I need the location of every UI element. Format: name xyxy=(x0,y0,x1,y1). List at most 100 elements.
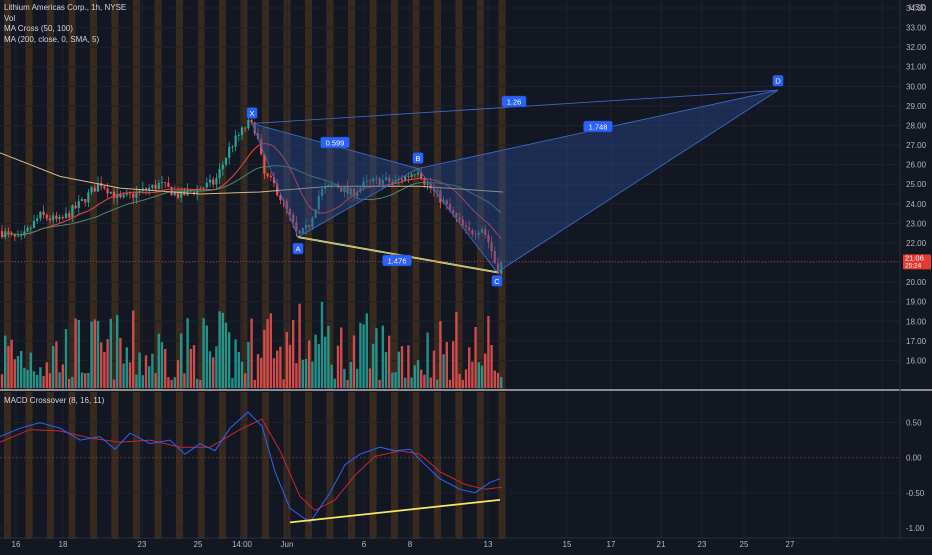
volume-bar xyxy=(496,372,500,388)
price-tick-label: 17.00 xyxy=(906,337,927,346)
price-tick-label: 19.00 xyxy=(906,298,927,307)
candle-body xyxy=(39,211,42,219)
candle-body xyxy=(122,194,125,198)
session-band xyxy=(434,392,441,539)
volume-bar xyxy=(391,372,394,388)
volume-bar xyxy=(442,354,445,388)
candle-body xyxy=(77,201,80,209)
volume-bar xyxy=(20,350,23,388)
volume-bar xyxy=(432,350,436,388)
candle-body xyxy=(224,157,228,165)
session-band xyxy=(412,0,420,390)
candle-body xyxy=(247,119,250,129)
volume-bar xyxy=(196,378,199,388)
volume-bar xyxy=(234,339,237,388)
candle-body xyxy=(16,235,20,237)
pattern-point-b: B xyxy=(415,154,420,163)
volume-bar xyxy=(132,310,135,388)
volume-bar xyxy=(23,367,26,388)
time-tick-label: 23 xyxy=(698,540,707,549)
volume-bar xyxy=(0,374,4,388)
volume-bar xyxy=(212,357,215,388)
chart-legend: Lithium Americas Corp., 1h, NYSE Vol MA … xyxy=(4,3,126,45)
volume-bar xyxy=(324,336,327,388)
price-tick-label: 20.00 xyxy=(906,278,927,287)
volume-bar xyxy=(381,325,384,388)
session-band xyxy=(154,392,162,539)
volume-bar xyxy=(167,377,170,388)
pattern-point-x: X xyxy=(249,109,254,118)
volume-bar xyxy=(468,347,471,388)
volume-bar xyxy=(352,335,356,388)
volume-bar xyxy=(221,312,224,388)
candle-body xyxy=(205,182,208,188)
legend-ma-cross[interactable]: MA Cross (50, 100) xyxy=(4,24,126,35)
volume-bar xyxy=(340,327,343,388)
candle-body xyxy=(426,183,429,185)
candle-body xyxy=(20,235,23,237)
macd-legend[interactable]: MACD Crossover (8, 16, 11) xyxy=(4,396,104,405)
time-tick-label: 21 xyxy=(657,540,666,549)
candle-body xyxy=(400,179,404,181)
volume-bar xyxy=(135,374,138,388)
legend-symbol[interactable]: Lithium Americas Corp., 1h, NYSE xyxy=(4,3,126,14)
volume-bar xyxy=(368,368,372,388)
candle-body xyxy=(45,214,48,219)
session-band xyxy=(68,392,76,539)
candle-body xyxy=(106,188,109,194)
time-tick-label: 23 xyxy=(138,540,147,549)
session-band xyxy=(4,392,11,539)
volume-bar xyxy=(64,329,68,388)
volume-bar xyxy=(263,329,266,388)
volume-bar xyxy=(157,333,160,388)
candle-body xyxy=(125,193,128,195)
price-tick-label: 32.00 xyxy=(906,43,927,52)
volume-bar xyxy=(384,352,388,388)
volume-bar xyxy=(452,341,455,388)
volume-bar xyxy=(394,372,397,388)
volume-bar xyxy=(397,351,400,388)
candle-body xyxy=(154,184,157,189)
volume-bar xyxy=(330,364,333,388)
ratio-ac: 1.476 xyxy=(388,257,407,266)
candle-body xyxy=(103,186,106,189)
volume-bar xyxy=(128,362,132,388)
volume-bar xyxy=(96,320,100,388)
candle-body xyxy=(87,192,90,203)
volume-bar xyxy=(100,342,103,388)
volume-bar xyxy=(90,321,93,388)
volume-bar xyxy=(61,364,64,388)
volume-bar xyxy=(138,352,141,388)
candle-body xyxy=(26,228,29,232)
volume-bar xyxy=(439,321,442,388)
session-band xyxy=(391,392,398,539)
candle-body xyxy=(48,218,52,221)
volume-bar xyxy=(16,355,20,388)
volume-bar xyxy=(45,362,48,388)
candle-body xyxy=(221,164,224,170)
legend-vol[interactable]: Vol xyxy=(4,14,126,25)
chart-canvas[interactable]: XABCD0.5991.4761.7481.2634.0033.0032.003… xyxy=(0,0,932,550)
candle-body xyxy=(266,173,269,176)
candle-body xyxy=(231,146,234,148)
session-band xyxy=(305,392,312,539)
volume-bar xyxy=(400,346,404,388)
session-band xyxy=(25,0,33,390)
candle-body xyxy=(7,231,10,233)
volume-bar xyxy=(285,332,288,388)
volume-bar xyxy=(208,351,212,388)
candle-body xyxy=(170,186,173,196)
candle-body xyxy=(90,187,93,193)
time-tick-label: 16 xyxy=(12,540,21,549)
candle-body xyxy=(228,146,231,158)
volume-bar xyxy=(103,351,106,388)
volume-bar xyxy=(240,361,244,388)
legend-ma200[interactable]: MA (200, close, 0, SMA, 5) xyxy=(4,35,126,46)
volume-bar xyxy=(218,311,221,388)
volume-bar xyxy=(375,328,378,388)
volume-bar xyxy=(10,339,13,388)
price-tick-label: 18.00 xyxy=(906,317,927,326)
volume-bar xyxy=(141,375,144,388)
session-band xyxy=(133,392,140,539)
volume-bar xyxy=(455,312,458,388)
